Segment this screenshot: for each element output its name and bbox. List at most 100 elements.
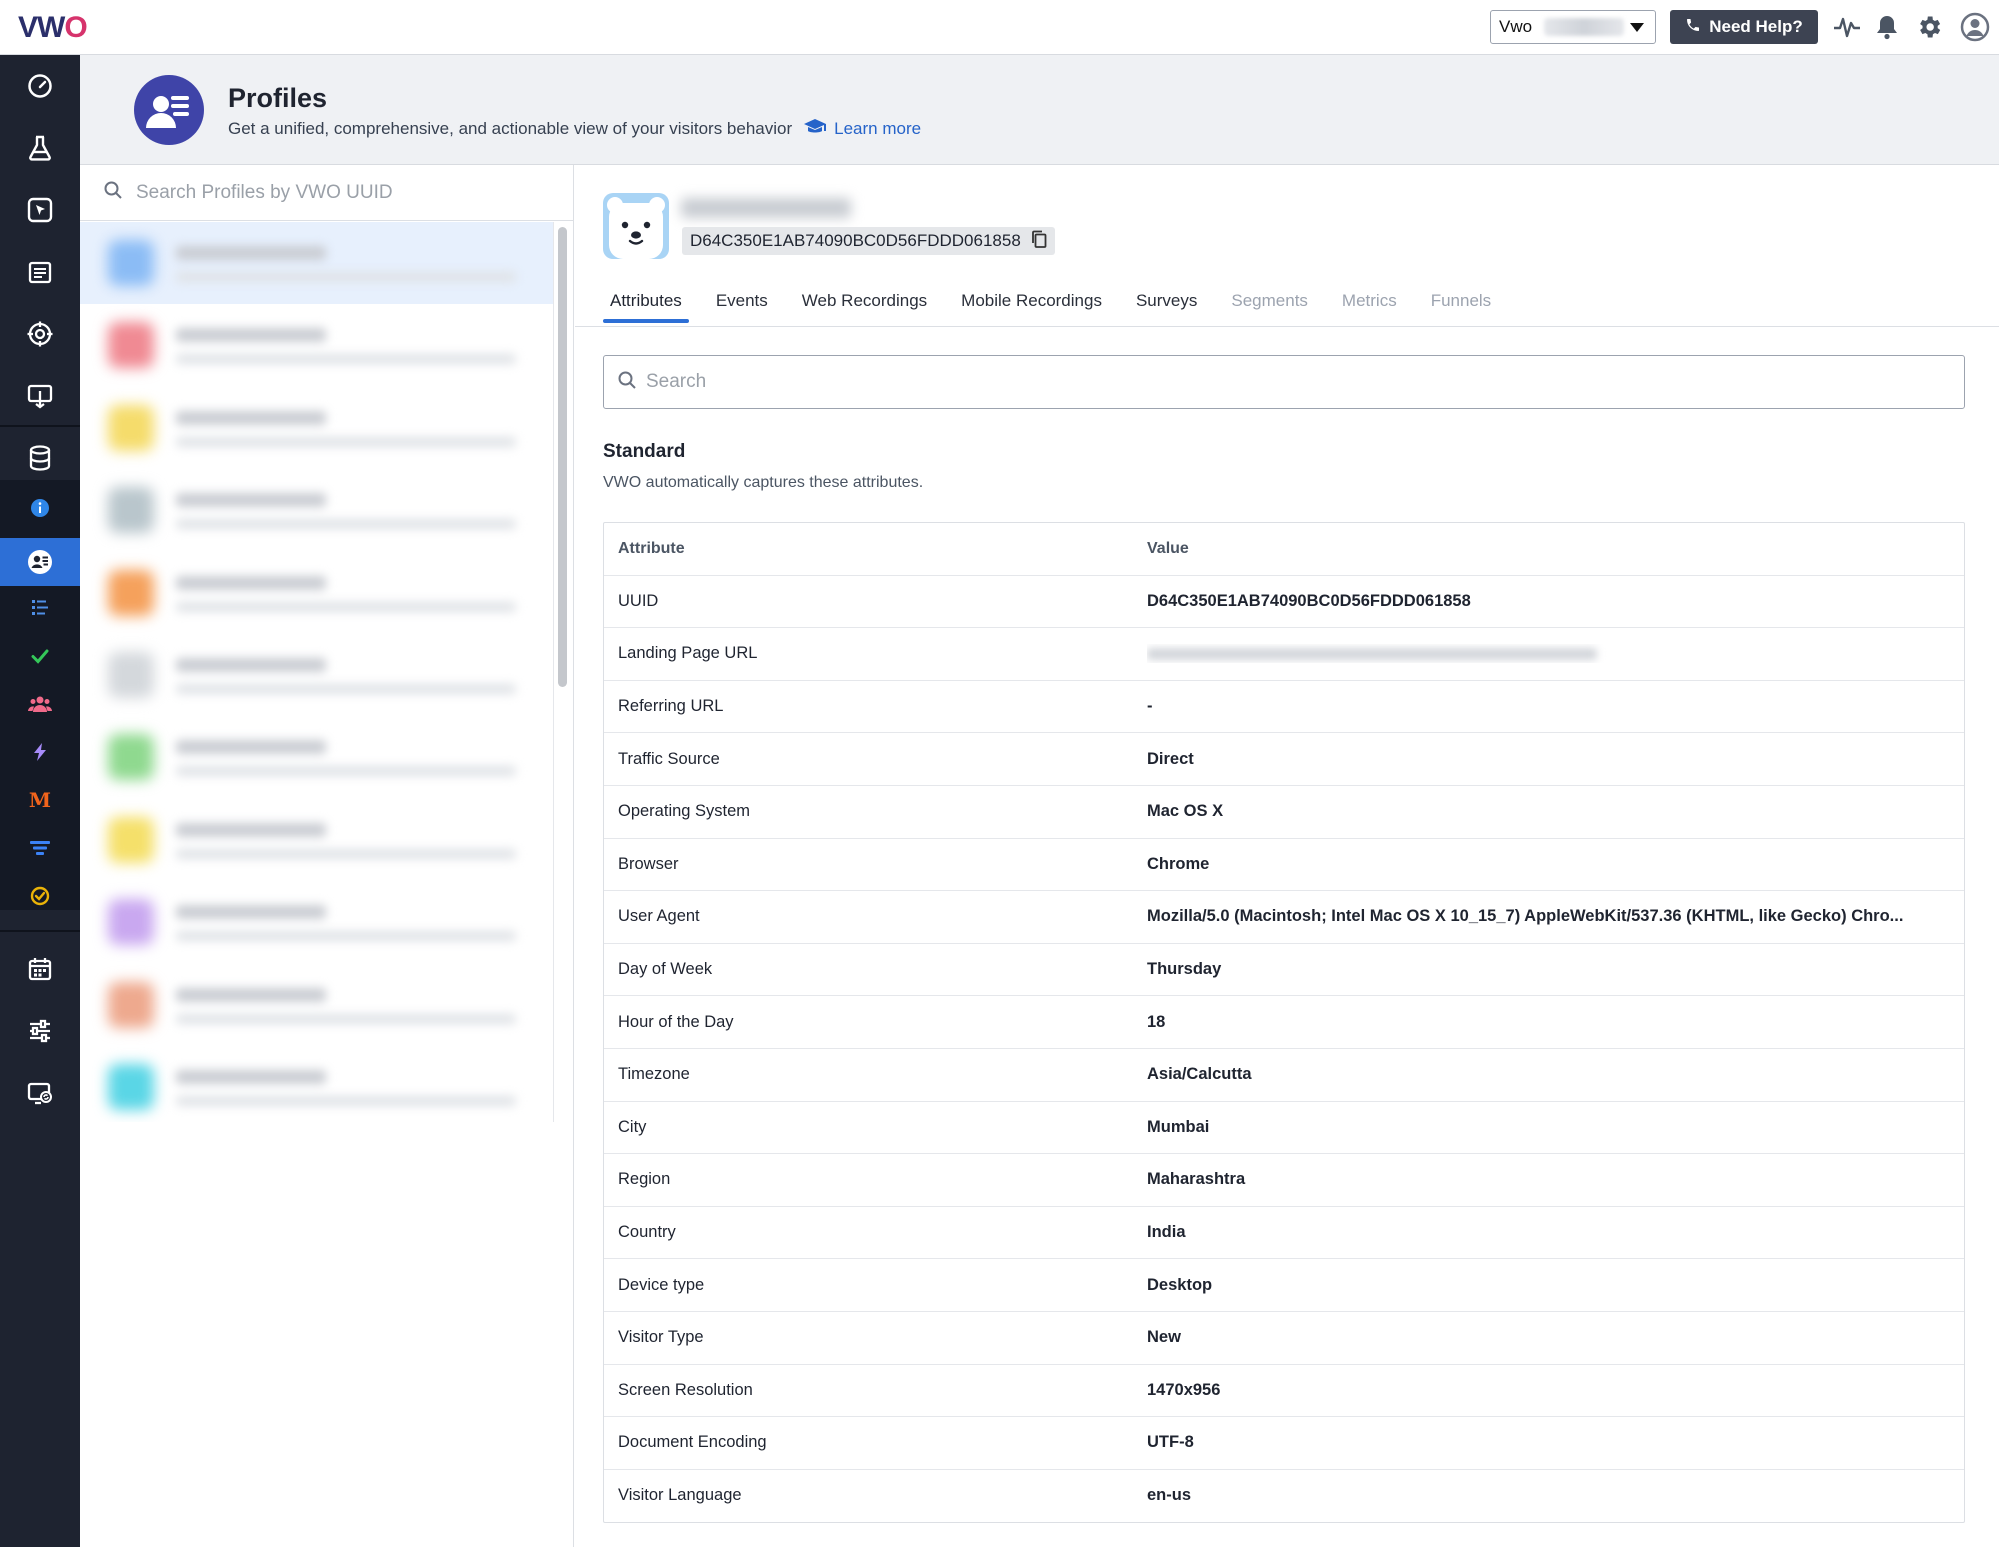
tab-funnels[interactable]: Funnels — [1424, 280, 1498, 322]
attribute-name: Referring URL — [618, 697, 724, 716]
nav-m-letter: M — [28, 788, 52, 812]
profiles-logo-icon — [134, 75, 204, 145]
page-subtitle-text: Get a unified, comprehensive, and action… — [228, 118, 793, 138]
activity-icon[interactable] — [1832, 12, 1862, 42]
copy-icon[interactable] — [1031, 230, 1047, 253]
attribute-value: Mac OS X — [1147, 802, 1224, 821]
need-help-button[interactable]: Need Help? — [1670, 10, 1818, 44]
bell-icon[interactable] — [1872, 12, 1902, 42]
nav-presentation-icon[interactable] — [0, 372, 80, 420]
attribute-value: en-us — [1147, 1486, 1192, 1505]
nav-profile-icon[interactable] — [0, 538, 80, 586]
nav-m-icon[interactable]: M — [0, 780, 80, 820]
nav-dashboard-icon[interactable] — [0, 62, 80, 110]
attribute-name: Visitor Type — [618, 1328, 704, 1347]
nav-target-icon[interactable] — [0, 310, 80, 358]
tab-mobile-recordings[interactable]: Mobile Recordings — [954, 280, 1109, 322]
graduation-cap-icon — [804, 118, 827, 139]
avatar — [108, 322, 154, 369]
account-name-blurred — [1544, 18, 1625, 36]
nav-cursor-click-icon[interactable] — [0, 186, 80, 234]
list-item-detail-blurred — [176, 601, 516, 612]
scrollbar-thumb[interactable] — [558, 227, 567, 687]
tab-events[interactable]: Events — [709, 280, 775, 322]
section-title: Standard — [603, 441, 686, 462]
list-item[interactable] — [80, 634, 553, 716]
attribute-value: Desktop — [1147, 1275, 1213, 1294]
tab-segments[interactable]: Segments — [1224, 280, 1315, 322]
nav-users-icon[interactable] — [0, 684, 80, 724]
attribute-value: Mozilla/5.0 (Macintosh; Intel Mac OS X 1… — [1147, 907, 1904, 926]
table-row: City Mumbai — [604, 1102, 1964, 1155]
top-bar: VWO Vwo Need Help? — [0, 0, 1999, 55]
nav-goal-icon[interactable] — [0, 876, 80, 916]
attribute-name: Device type — [618, 1275, 705, 1294]
gear-icon[interactable] — [1914, 12, 1944, 42]
list-item[interactable] — [80, 881, 553, 963]
column-header-value: Value — [1147, 539, 1189, 557]
list-item[interactable] — [80, 387, 553, 469]
logo-text-vw: VW — [18, 11, 65, 44]
list-item[interactable] — [80, 304, 553, 386]
phone-icon — [1685, 17, 1701, 38]
vwo-logo[interactable]: VWO — [18, 10, 88, 46]
learn-more-label: Learn more — [834, 118, 922, 138]
nav-info-icon[interactable] — [0, 488, 80, 528]
attribute-value: Maharashtra — [1147, 1170, 1246, 1189]
left-navigation: M — [0, 55, 80, 1547]
nav-calendar-icon[interactable] — [0, 945, 80, 993]
nav-flask-icon[interactable] — [0, 124, 80, 172]
nav-database-icon[interactable] — [0, 434, 80, 482]
tab-web-recordings[interactable]: Web Recordings — [795, 280, 934, 322]
attribute-name: User Agent — [618, 907, 700, 926]
nav-screen-sync-icon[interactable] — [0, 1069, 80, 1117]
attribute-search-input[interactable] — [646, 371, 1946, 393]
list-item[interactable] — [80, 552, 553, 634]
attribute-value: 1470x956 — [1147, 1380, 1221, 1399]
nav-bolt-icon[interactable] — [0, 732, 80, 772]
learn-more-link[interactable]: Learn more — [804, 118, 921, 139]
list-item-name-blurred — [176, 493, 326, 508]
list-item[interactable] — [80, 222, 553, 304]
attributes-table: Attribute Value UUID D64C350E1AB74090BC0D… — [603, 522, 1965, 1524]
logo-text-o: O — [64, 11, 87, 44]
attribute-value: UTF-8 — [1147, 1433, 1194, 1452]
nav-check-icon[interactable] — [0, 636, 80, 676]
table-row: User Agent Mozilla/5.0 (Macintosh; Intel … — [604, 891, 1964, 944]
attribute-name: UUID — [618, 591, 659, 610]
tab-metrics[interactable]: Metrics — [1335, 280, 1404, 322]
list-item-name-blurred — [176, 987, 326, 1002]
avatar — [108, 404, 154, 451]
profile-detail-panel: D64C350E1AB74090BC0D56FDDD061858 Attribu… — [575, 165, 1999, 1547]
nav-report-icon[interactable] — [0, 248, 80, 296]
list-item[interactable] — [80, 964, 553, 1046]
table-row: Device type Desktop — [604, 1259, 1964, 1312]
attribute-value — [1147, 644, 1964, 663]
list-item[interactable] — [80, 799, 553, 881]
list-item-detail-blurred — [176, 848, 516, 859]
nav-sliders-icon[interactable] — [0, 1007, 80, 1055]
nav-divider — [0, 425, 80, 427]
nav-list-icon[interactable] — [0, 588, 80, 628]
list-item-name-blurred — [176, 740, 326, 755]
table-row: Visitor Type New — [604, 1312, 1964, 1365]
page-subtitle: Get a unified, comprehensive, and action… — [228, 118, 921, 139]
attribute-value: D64C350E1AB74090BC0D56FDDD061858 — [1147, 591, 1471, 610]
list-item[interactable] — [80, 1046, 553, 1122]
attribute-name: City — [618, 1117, 647, 1136]
profile-search-input[interactable] — [136, 181, 536, 204]
attribute-value: New — [1147, 1328, 1181, 1347]
avatar — [108, 652, 154, 698]
attribute-name: Operating System — [618, 802, 751, 821]
nav-funnel-icon[interactable] — [0, 828, 80, 868]
user-avatar-icon[interactable] — [1958, 12, 1992, 42]
list-item[interactable] — [80, 469, 553, 551]
list-item[interactable] — [80, 716, 553, 798]
table-row: Traffic Source Direct — [604, 733, 1964, 786]
avatar — [108, 240, 154, 286]
tab-surveys[interactable]: Surveys — [1129, 280, 1204, 322]
account-select[interactable]: Vwo — [1490, 10, 1656, 44]
table-row: Region Maharashtra — [604, 1154, 1964, 1207]
attribute-name: Country — [618, 1223, 676, 1242]
tab-attributes[interactable]: Attributes — [603, 280, 689, 323]
